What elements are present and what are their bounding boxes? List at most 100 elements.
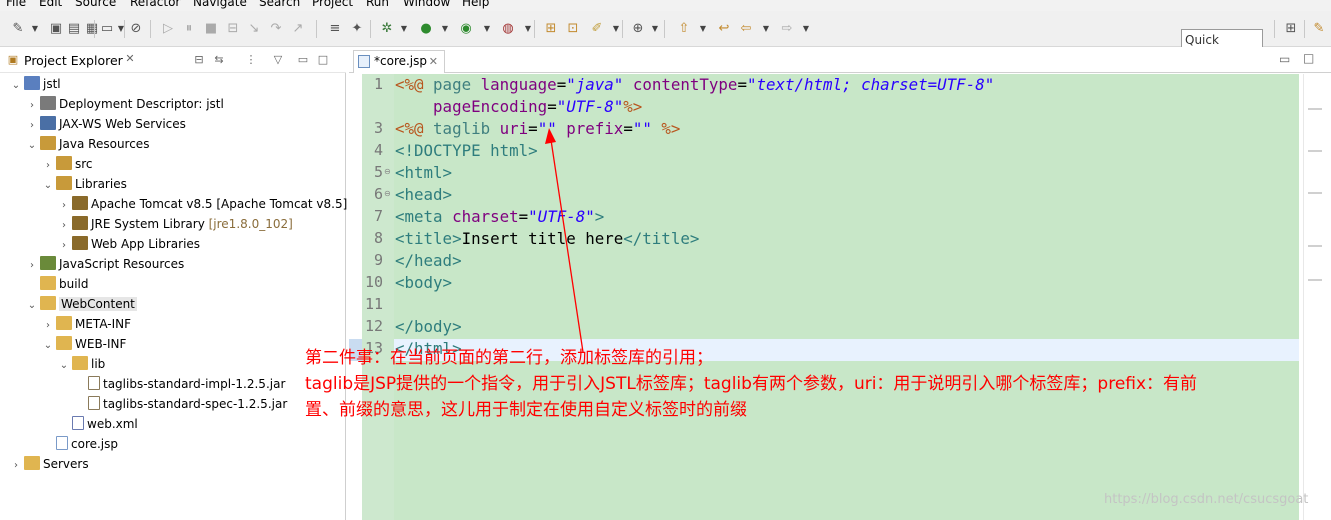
tree-item-meta-inf[interactable]: › META-INF [42, 314, 131, 334]
menu-window[interactable]: Window [403, 0, 450, 9]
collapsed-arrow-icon[interactable]: › [42, 316, 54, 336]
forward-icon[interactable]: ⇨ [779, 21, 795, 37]
project-explorer-title[interactable]: Project Explorer [24, 53, 123, 68]
minimize-view-icon[interactable]: ▭ [295, 53, 311, 67]
external-tools-dropdown-icon[interactable]: ▼ [524, 21, 532, 37]
link-editor-icon[interactable]: ⇆ [211, 53, 227, 67]
menu-source[interactable]: Source [75, 0, 116, 9]
tree-item-taglibs-standard-impl-1-2-5-jar[interactable]: taglibs-standard-impl-1.2.5.jar [74, 374, 285, 394]
expanded-arrow-icon[interactable]: ⌄ [58, 356, 70, 376]
minimize-editor-icon[interactable]: ▭ [1279, 52, 1290, 66]
tree-item-deployment-descriptor-jstl[interactable]: › Deployment Descriptor: jstl [26, 94, 224, 114]
collapsed-arrow-icon[interactable]: › [58, 216, 70, 236]
fold-toggle-icon[interactable]: ⊖ [384, 189, 392, 198]
menu-navigate[interactable]: Navigate [193, 0, 247, 9]
save-icon[interactable]: ▣ [48, 21, 64, 37]
save-all-icon[interactable]: ▤ [66, 21, 82, 37]
close-view-icon[interactable]: ✕ [122, 52, 138, 66]
terminate-icon[interactable]: ■ [203, 21, 219, 37]
run-server-icon[interactable]: ◉ [458, 21, 474, 37]
expanded-arrow-icon[interactable]: ⌄ [26, 296, 38, 316]
collapsed-arrow-icon[interactable]: › [26, 256, 38, 276]
collapsed-arrow-icon[interactable]: › [58, 236, 70, 256]
external-tools-icon[interactable]: ◍ [500, 21, 516, 37]
tree-item-jre-system-library[interactable]: › JRE System Library [jre1.8.0_102] [58, 214, 293, 234]
tree-item-web-app-libraries[interactable]: › Web App Libraries [58, 234, 200, 254]
expanded-arrow-icon[interactable]: ⌄ [10, 76, 22, 96]
expanded-arrow-icon[interactable]: ⌄ [42, 176, 54, 196]
menu-file[interactable]: File [6, 0, 26, 9]
step-over-icon[interactable]: ↷ [268, 21, 284, 37]
pin-dropdown-icon[interactable]: ▼ [651, 21, 659, 37]
code-line[interactable]: <meta charset="UTF-8"> [395, 206, 604, 228]
new-package-icon[interactable]: ⊞ [543, 21, 559, 37]
tree-item-jstl[interactable]: ⌄ jstl [10, 74, 61, 94]
tree-item-jax-ws-web-services[interactable]: › JAX-WS Web Services [26, 114, 186, 134]
run-dropdown-icon[interactable]: ▼ [441, 21, 449, 37]
code-line[interactable]: <title>Insert title here</title> [395, 228, 699, 250]
menu-refactor[interactable]: Refactor [130, 0, 180, 9]
tree-item-lib[interactable]: ⌄ lib [58, 354, 105, 374]
java-ee-perspective-icon[interactable]: ✎ [1311, 21, 1327, 37]
code-line[interactable]: <html> [395, 162, 452, 184]
debug-dropdown-icon[interactable]: ▼ [400, 21, 408, 37]
new-wizard-icon[interactable]: ✎ [10, 21, 26, 37]
menu-run[interactable]: Run [366, 0, 389, 9]
run-icon[interactable]: ● [418, 21, 434, 37]
maximize-view-icon[interactable]: □ [315, 53, 331, 67]
menu-project[interactable]: Project [312, 0, 353, 9]
collapsed-arrow-icon[interactable]: › [10, 456, 22, 476]
back-icon[interactable]: ⇦ [738, 21, 754, 37]
code-line[interactable]: <!DOCTYPE html> [395, 140, 538, 162]
tree-item-java-resources[interactable]: ⌄ Java Resources [26, 134, 149, 154]
debug-icon[interactable]: ✲ [379, 21, 395, 37]
step-return-icon[interactable]: ↗ [290, 21, 306, 37]
resume-icon[interactable]: ▷ [160, 21, 176, 37]
search-tool-icon[interactable]: ✐ [589, 21, 605, 37]
forward-dropdown-icon[interactable]: ▼ [802, 21, 810, 37]
expanded-arrow-icon[interactable]: ⌄ [42, 336, 54, 356]
last-edit-icon[interactable]: ↩ [716, 21, 732, 37]
close-tab-icon[interactable]: ✕ [429, 51, 438, 72]
highlight-icon[interactable]: ✦ [349, 21, 365, 37]
next-annotation-icon[interactable]: ⇧ [676, 21, 692, 37]
filter-icon[interactable]: ⋮ [243, 53, 259, 67]
tree-item-core-jsp[interactable]: core.jsp [42, 434, 118, 454]
run-server-dropdown-icon[interactable]: ▼ [483, 21, 491, 37]
new-dropdown-icon[interactable]: ▼ [31, 21, 39, 37]
terminal-icon[interactable]: ▭ [99, 21, 115, 37]
overview-ruler[interactable] [1303, 74, 1331, 520]
annotation-dropdown-icon[interactable]: ▼ [699, 21, 707, 37]
code-line[interactable]: <body> [395, 272, 452, 294]
disconnect-icon[interactable]: ⊟ [225, 21, 241, 37]
menu-edit[interactable]: Edit [39, 0, 62, 9]
collapse-all-icon[interactable]: ⊟ [191, 53, 207, 67]
code-line[interactable]: <head> [395, 184, 452, 206]
collapsed-arrow-icon[interactable]: › [58, 196, 70, 216]
maximize-editor-icon[interactable]: □ [1303, 51, 1314, 65]
step-into-icon[interactable]: ↘ [246, 21, 262, 37]
code-line[interactable]: <%@ taglib uri="" prefix="" %> [395, 118, 680, 140]
editor-tab-core-jsp[interactable]: *core.jsp ✕ [353, 50, 445, 73]
search-dropdown-icon[interactable]: ▼ [612, 21, 620, 37]
fold-toggle-icon[interactable]: ⊖ [384, 167, 392, 176]
tree-item-web-xml[interactable]: web.xml [58, 414, 138, 434]
tree-item-servers[interactable]: › Servers [10, 454, 89, 474]
tree-item-taglibs-standard-spec-1-2-5-jar[interactable]: taglibs-standard-spec-1.2.5.jar [74, 394, 287, 414]
tree-item-webcontent[interactable]: ⌄ WebContent [26, 294, 137, 314]
open-perspective-icon[interactable]: ⊞ [1283, 21, 1299, 37]
code-line[interactable]: </head> [395, 250, 462, 272]
code-line[interactable]: </body> [395, 316, 462, 338]
back-dropdown-icon[interactable]: ▼ [762, 21, 770, 37]
tree-item-src[interactable]: › src [42, 154, 93, 174]
tree-item-web-inf[interactable]: ⌄ WEB-INF [42, 334, 126, 354]
suspend-icon[interactable]: ⏸ [181, 21, 197, 37]
pin-icon[interactable]: ⊕ [630, 21, 646, 37]
code-line[interactable]: pageEncoding="UTF-8"%> [395, 96, 642, 118]
menu-help[interactable]: Help [462, 0, 489, 9]
collapsed-arrow-icon[interactable]: › [26, 116, 38, 136]
outline-icon[interactable]: ≡ [327, 21, 343, 37]
tree-item-libraries[interactable]: ⌄ Libraries [42, 174, 127, 194]
open-type-icon[interactable]: ⊡ [565, 21, 581, 37]
tree-item-apache-tomcat-v8-5-apache-tomcat-v8-5[interactable]: › Apache Tomcat v8.5 [Apache Tomcat v8.5] [58, 194, 347, 214]
